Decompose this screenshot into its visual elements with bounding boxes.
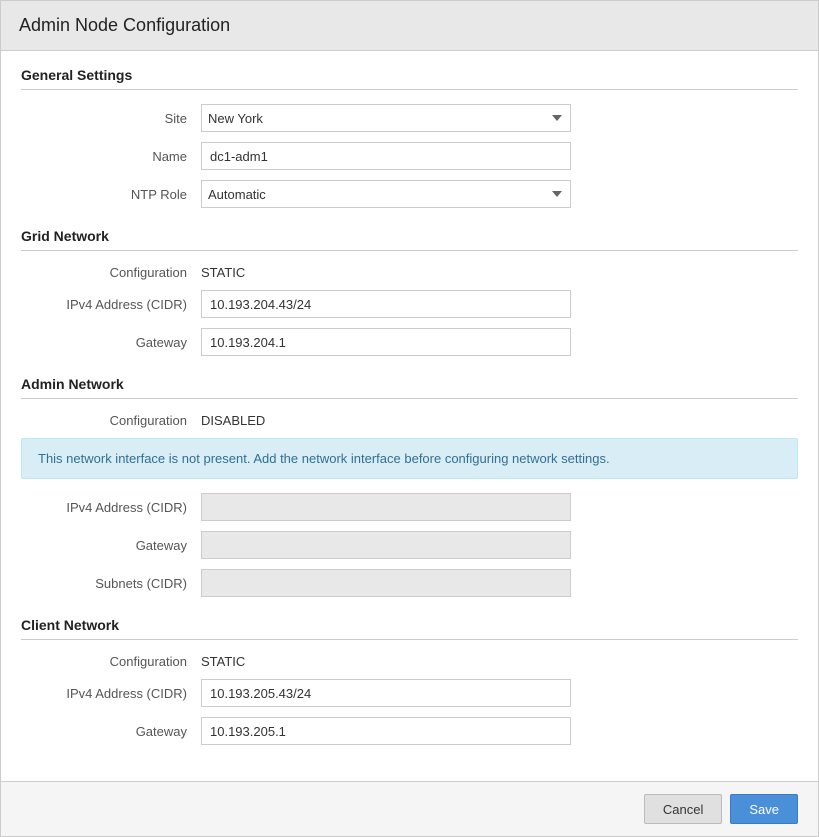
general-settings-title: General Settings xyxy=(21,67,798,90)
grid-ipv4-label: IPv4 Address (CIDR) xyxy=(21,297,201,312)
admin-gateway-input[interactable] xyxy=(201,531,571,559)
name-label: Name xyxy=(21,149,201,164)
grid-gateway-label: Gateway xyxy=(21,335,201,350)
name-row: Name xyxy=(21,142,798,170)
admin-network-section: Admin Network Configuration DISABLED Thi… xyxy=(21,376,798,597)
grid-ipv4-row: IPv4 Address (CIDR) xyxy=(21,290,798,318)
admin-subnets-input[interactable] xyxy=(201,569,571,597)
admin-config-label: Configuration xyxy=(21,413,201,428)
admin-subnets-label: Subnets (CIDR) xyxy=(21,576,201,591)
client-config-value: STATIC xyxy=(201,654,245,669)
grid-config-row: Configuration STATIC xyxy=(21,265,798,280)
admin-config-row: Configuration DISABLED xyxy=(21,413,798,428)
admin-ipv4-row: IPv4 Address (CIDR) xyxy=(21,493,798,521)
admin-gateway-label: Gateway xyxy=(21,538,201,553)
client-ipv4-label: IPv4 Address (CIDR) xyxy=(21,686,201,701)
ntp-role-select[interactable]: Automatic Primary Client xyxy=(201,180,571,208)
site-row: Site New York Chicago Los Angeles xyxy=(21,104,798,132)
ntp-role-label: NTP Role xyxy=(21,187,201,202)
client-gateway-label: Gateway xyxy=(21,724,201,739)
site-select[interactable]: New York Chicago Los Angeles xyxy=(201,104,571,132)
page-title: Admin Node Configuration xyxy=(19,15,800,36)
ntp-role-row: NTP Role Automatic Primary Client xyxy=(21,180,798,208)
grid-network-title: Grid Network xyxy=(21,228,798,251)
admin-network-info-banner: This network interface is not present. A… xyxy=(21,438,798,479)
admin-network-title: Admin Network xyxy=(21,376,798,399)
admin-gateway-row: Gateway xyxy=(21,531,798,559)
name-input[interactable] xyxy=(201,142,571,170)
page-container: Admin Node Configuration General Setting… xyxy=(0,0,819,837)
general-settings-section: General Settings Site New York Chicago L… xyxy=(21,67,798,208)
page-footer: Cancel Save xyxy=(1,781,818,836)
page-content: General Settings Site New York Chicago L… xyxy=(1,51,818,781)
admin-config-value: DISABLED xyxy=(201,413,265,428)
grid-ipv4-input[interactable] xyxy=(201,290,571,318)
client-config-label: Configuration xyxy=(21,654,201,669)
client-ipv4-input[interactable] xyxy=(201,679,571,707)
admin-ipv4-input[interactable] xyxy=(201,493,571,521)
client-ipv4-row: IPv4 Address (CIDR) xyxy=(21,679,798,707)
admin-ipv4-label: IPv4 Address (CIDR) xyxy=(21,500,201,515)
grid-network-section: Grid Network Configuration STATIC IPv4 A… xyxy=(21,228,798,356)
page-header: Admin Node Configuration xyxy=(1,1,818,51)
grid-config-label: Configuration xyxy=(21,265,201,280)
grid-config-value: STATIC xyxy=(201,265,245,280)
client-network-title: Client Network xyxy=(21,617,798,640)
site-label: Site xyxy=(21,111,201,126)
client-gateway-row: Gateway xyxy=(21,717,798,745)
client-gateway-input[interactable] xyxy=(201,717,571,745)
client-network-section: Client Network Configuration STATIC IPv4… xyxy=(21,617,798,745)
grid-gateway-input[interactable] xyxy=(201,328,571,356)
grid-gateway-row: Gateway xyxy=(21,328,798,356)
client-config-row: Configuration STATIC xyxy=(21,654,798,669)
admin-subnets-row: Subnets (CIDR) xyxy=(21,569,798,597)
